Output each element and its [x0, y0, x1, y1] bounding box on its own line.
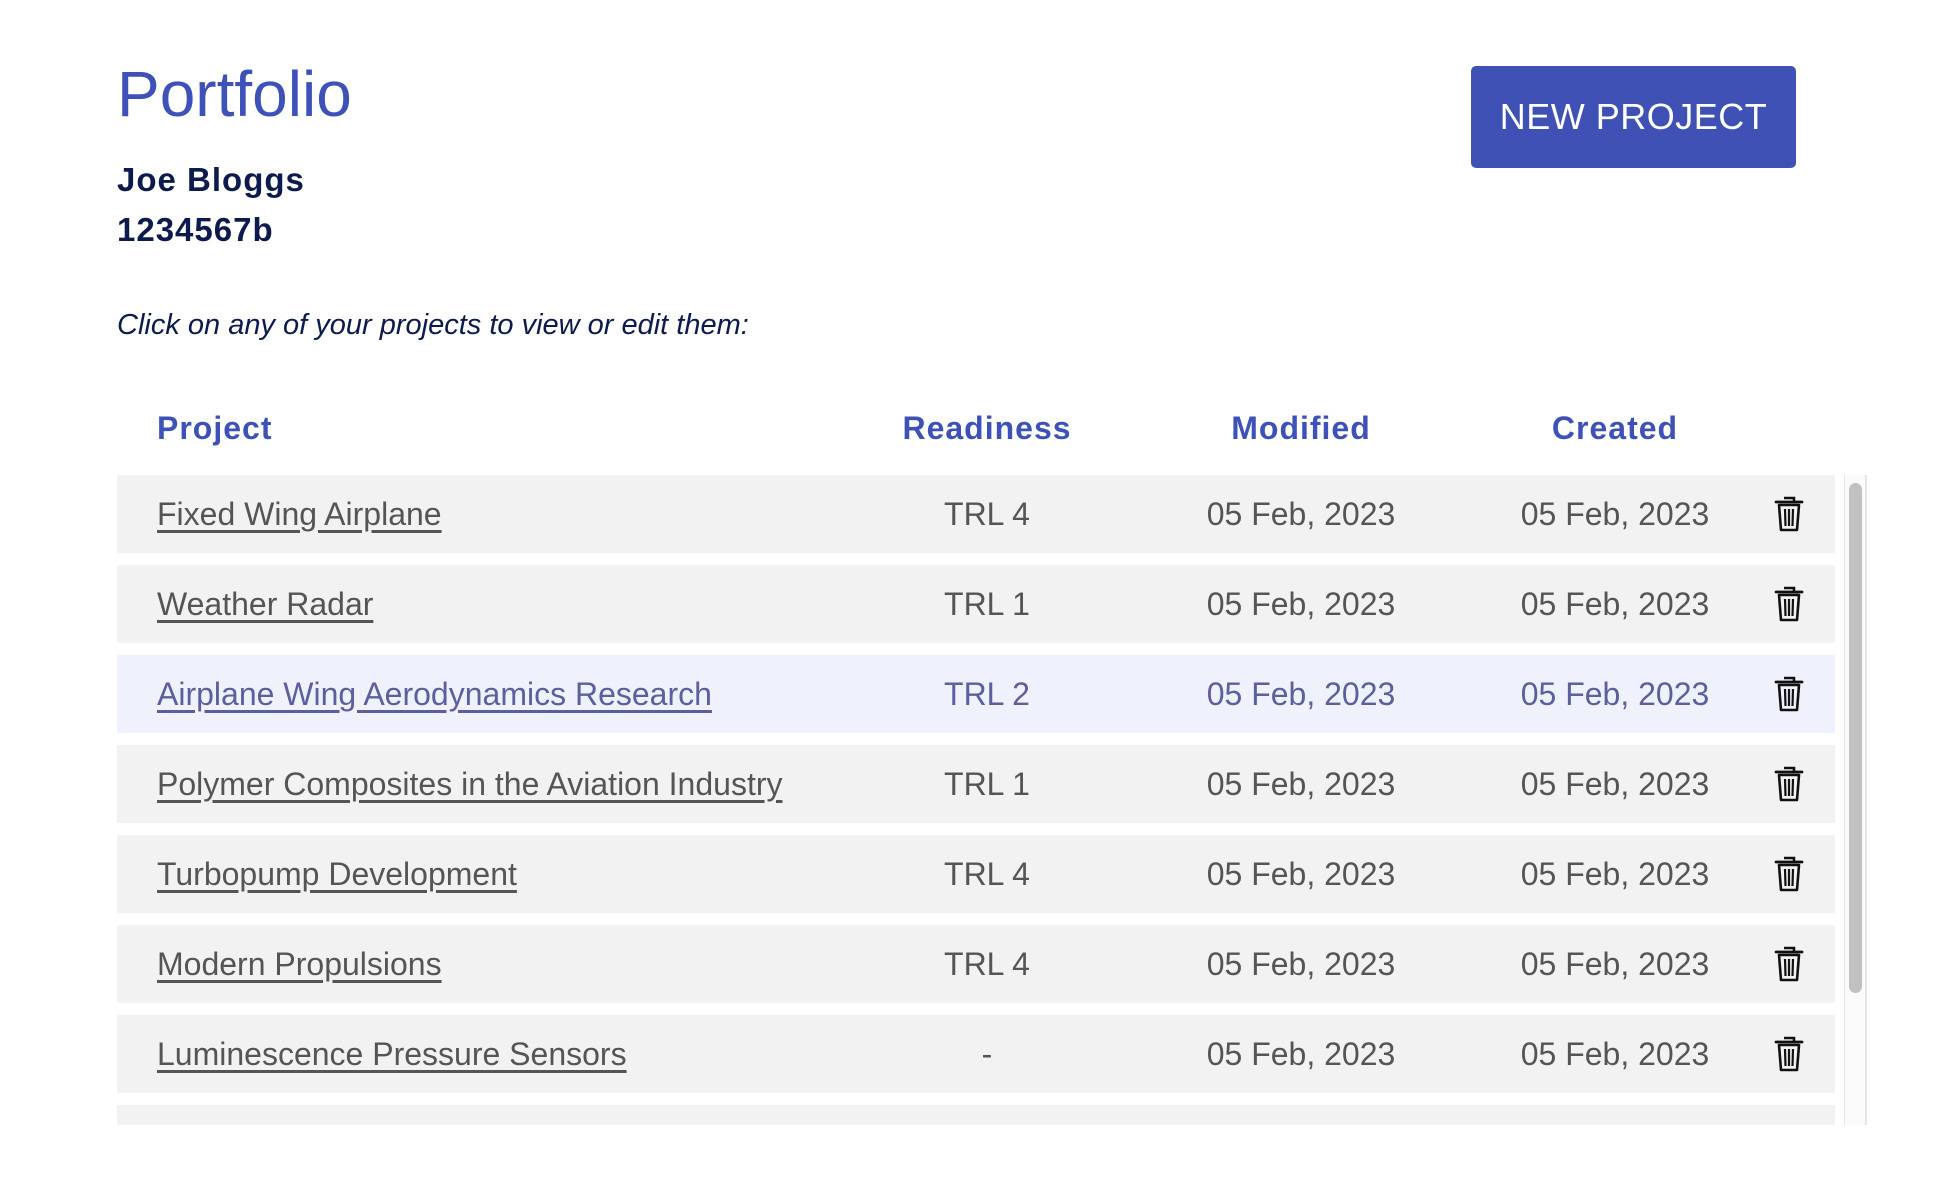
modified-date: 05 Feb, 2023: [1206, 856, 1396, 892]
trash-icon[interactable]: [1772, 855, 1806, 893]
scrollbar[interactable]: [1844, 475, 1865, 1125]
table-row[interactable]: Modern Propulsions TRL 4 05 Feb, 2023 05 Fe…: [117, 925, 1835, 1003]
project-table-body: Luminescence Pressure Sensors - 05 Feb, 20…: [117, 475, 1867, 1125]
readiness-value: TRL 2: [944, 676, 1030, 712]
table-row[interactable]: Weather Radar TRL 1 05 Feb, 2023 05 Feb, 20…: [117, 565, 1835, 643]
trash-icon[interactable]: [1772, 585, 1806, 623]
new-project-button[interactable]: NEW PROJECT: [1471, 66, 1796, 168]
created-date: 05 Feb, 2023: [1520, 1036, 1710, 1072]
project-name-link[interactable]: Polymer Composites in the Aviation Indus…: [157, 745, 782, 823]
table-row[interactable]: Polymer Composites in the Aviation Indus…: [117, 745, 1835, 823]
trash-icon[interactable]: [1772, 495, 1806, 533]
readiness-value: TRL 1: [944, 586, 1030, 622]
modified-date: 05 Feb, 2023: [1206, 676, 1396, 712]
page-title: Portfolio: [117, 58, 352, 130]
table-row[interactable]: Luminescence Pressure Sensors - 05 Feb, 20…: [117, 1015, 1835, 1093]
column-header-project: Project: [157, 410, 273, 446]
created-date: 05 Feb, 2023: [1520, 676, 1710, 712]
readiness-value: TRL 4: [944, 496, 1030, 532]
table-row[interactable]: [117, 1105, 1835, 1125]
project-name-link[interactable]: Turbopump Development: [157, 835, 517, 913]
project-name-link[interactable]: Modern Propulsions: [157, 925, 442, 1003]
created-date: 05 Feb, 2023: [1520, 946, 1710, 982]
column-header-created: Created: [1551, 410, 1679, 446]
readiness-value: -: [981, 1036, 993, 1072]
column-header-modified: Modified: [1231, 410, 1371, 446]
trash-icon[interactable]: [1772, 1035, 1806, 1073]
readiness-value: TRL 1: [944, 766, 1030, 802]
modified-date: 05 Feb, 2023: [1206, 496, 1396, 532]
trash-icon[interactable]: [1772, 765, 1806, 803]
created-date: 05 Feb, 2023: [1520, 496, 1710, 532]
column-header-readiness: Readiness: [902, 410, 1072, 446]
created-date: 05 Feb, 2023: [1520, 766, 1710, 802]
readiness-value: TRL 4: [944, 946, 1030, 982]
user-id: 1234567b: [117, 211, 274, 248]
table-row[interactable]: Fixed Wing Airplane TRL 4 05 Feb, 2023 05 F…: [117, 475, 1835, 553]
readiness-value: TRL 4: [944, 856, 1030, 892]
trash-icon[interactable]: [1772, 675, 1806, 713]
project-name-link[interactable]: Luminescence Pressure Sensors: [157, 1015, 627, 1093]
project-name-link[interactable]: Fixed Wing Airplane: [157, 475, 442, 553]
table-row[interactable]: Airplane Wing Aerodynamics Research TRL 2…: [117, 655, 1835, 733]
project-name-link[interactable]: Airplane Wing Aerodynamics Research: [157, 655, 712, 733]
table-row[interactable]: Turbopump Development TRL 4 05 Feb, 2023 05…: [117, 835, 1835, 913]
modified-date: 05 Feb, 2023: [1206, 946, 1396, 982]
modified-date: 05 Feb, 2023: [1206, 586, 1396, 622]
table-header: Project Readiness Modified Created: [117, 410, 1835, 450]
project-name-link[interactable]: Weather Radar: [157, 565, 373, 643]
instruction-text: Click on any of your projects to view or…: [117, 309, 749, 341]
modified-date: 05 Feb, 2023: [1206, 766, 1396, 802]
created-date: 05 Feb, 2023: [1520, 586, 1710, 622]
portfolio-page: Portfolio Joe Bloggs 1234567b NEW PROJEC…: [0, 0, 1948, 1192]
user-name: Joe Bloggs: [117, 161, 305, 198]
trash-icon[interactable]: [1772, 945, 1806, 983]
modified-date: 05 Feb, 2023: [1206, 1036, 1396, 1072]
created-date: 05 Feb, 2023: [1520, 856, 1710, 892]
scrollbar-thumb[interactable]: [1849, 483, 1862, 993]
